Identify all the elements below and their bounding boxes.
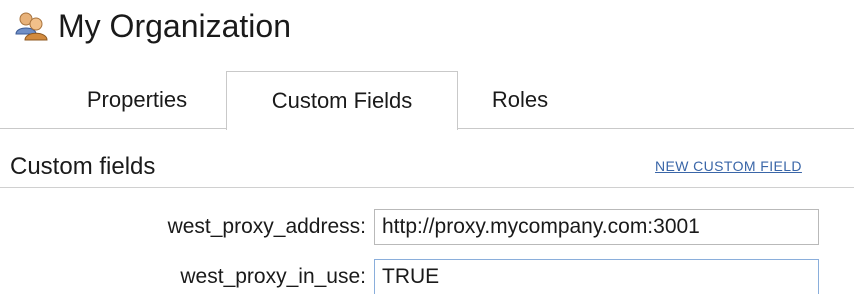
section-title: Custom fields xyxy=(10,153,156,180)
tab-strip: Properties Custom Fields Roles xyxy=(0,71,854,130)
tab-roles[interactable]: Roles xyxy=(468,71,572,129)
page-header: My Organization xyxy=(14,6,291,46)
tab-custom-fields[interactable]: Custom Fields xyxy=(226,71,458,130)
west-proxy-address-label: west_proxy_address: xyxy=(167,215,366,238)
page: My Organization Properties Custom Fields… xyxy=(0,0,854,294)
section-divider xyxy=(0,187,854,188)
tab-properties[interactable]: Properties xyxy=(60,71,214,129)
organization-icon xyxy=(15,12,48,41)
page-title: My Organization xyxy=(58,8,291,44)
west-proxy-in-use-input[interactable] xyxy=(374,259,819,294)
west-proxy-address-input[interactable] xyxy=(374,209,819,245)
west-proxy-in-use-label: west_proxy_in_use: xyxy=(180,265,366,288)
new-custom-field-link[interactable]: NEW CUSTOM FIELD xyxy=(655,158,802,174)
